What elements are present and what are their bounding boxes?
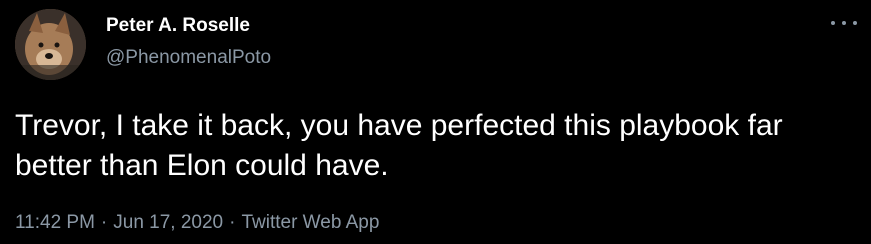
meta-separator: · xyxy=(100,212,108,233)
avatar[interactable] xyxy=(15,9,86,80)
tweet-text: Trevor, I take it back, you have perfect… xyxy=(15,109,783,182)
meta-separator: · xyxy=(229,212,236,233)
more-options-icon[interactable] xyxy=(831,14,857,32)
tweet-source[interactable]: Twitter Web App xyxy=(241,212,379,233)
more-dot xyxy=(853,21,857,25)
more-dot xyxy=(831,21,835,25)
author-handle[interactable]: @PhenomenalPoto xyxy=(106,47,271,69)
tweet-meta: 11:42 PM · Jun 17, 2020 · Twitter Web App xyxy=(15,212,379,234)
tweet-time[interactable]: 11:42 PM xyxy=(15,212,95,233)
more-dot xyxy=(842,21,846,25)
tweet: Peter A. Roselle @PhenomenalPoto Trevor,… xyxy=(0,0,871,244)
dog-avatar-icon xyxy=(15,9,86,80)
tweet-date[interactable]: Jun 17, 2020 xyxy=(113,212,223,233)
author-display-name[interactable]: Peter A. Roselle xyxy=(106,15,250,37)
